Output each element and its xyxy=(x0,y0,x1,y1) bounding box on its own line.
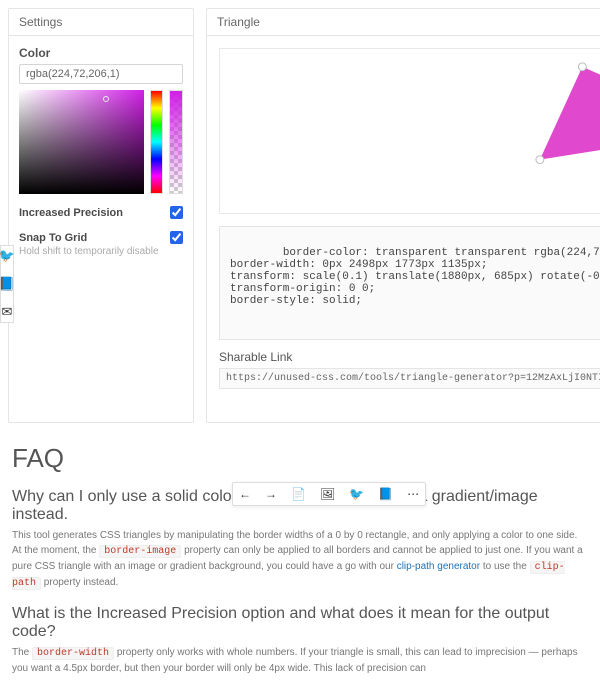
toolbar-prev-icon[interactable]: ← xyxy=(239,487,251,501)
code-border-image: border-image xyxy=(99,545,181,558)
toolbar-file-icon[interactable]: 📄 xyxy=(291,487,306,501)
twitter-icon[interactable]: 🐦 xyxy=(0,248,15,264)
snap-to-grid-label: Snap To Grid xyxy=(19,232,87,244)
vertex-handle-a[interactable] xyxy=(578,63,586,71)
saturation-square[interactable] xyxy=(19,90,144,194)
hue-slider[interactable] xyxy=(150,90,164,194)
mail-icon[interactable]: ✉ xyxy=(2,304,13,320)
settings-panel: Settings Color Increased Precision Snap … xyxy=(8,8,194,423)
triangle-shape[interactable] xyxy=(540,67,600,160)
triangle-panel: Triangle border-color: transparent trans… xyxy=(206,8,600,423)
css-output[interactable]: border-color: transparent transparent rg… xyxy=(219,226,600,340)
faq-heading: FAQ xyxy=(12,443,588,474)
snap-hint: Hold shift to temporarily disable xyxy=(19,246,183,257)
share-link-label: Sharable Link xyxy=(219,350,600,364)
toolbar-image-icon[interactable]: 🖼 xyxy=(320,487,335,501)
toolbar-next-icon[interactable]: → xyxy=(265,487,277,501)
picker-cursor[interactable] xyxy=(103,96,109,102)
clip-path-generator-link[interactable]: clip-path generator xyxy=(397,561,480,572)
triangle-canvas[interactable] xyxy=(219,48,600,214)
facebook-icon[interactable]: 📘 xyxy=(0,276,15,292)
vertex-handle-c[interactable] xyxy=(536,156,544,164)
color-label: Color xyxy=(19,46,183,60)
color-input[interactable] xyxy=(19,64,183,84)
floating-toolbar: ← → 📄 🖼 🐦 📘 ⋯ xyxy=(232,482,426,506)
snap-to-grid-checkbox[interactable] xyxy=(170,231,183,244)
toolbar-facebook-icon[interactable]: 📘 xyxy=(378,487,393,501)
faq-a1: This tool generates CSS triangles by man… xyxy=(12,528,588,591)
toolbar-twitter-icon[interactable]: 🐦 xyxy=(349,487,364,501)
faq-section: FAQ Why can I only use a solid color? I … xyxy=(8,443,592,676)
triangle-title: Triangle xyxy=(207,9,600,36)
settings-title: Settings xyxy=(9,9,193,36)
toolbar-more-icon[interactable]: ⋯ xyxy=(407,487,419,501)
increased-precision-label: Increased Precision xyxy=(19,207,123,219)
social-dock: 🐦 📘 ✉ xyxy=(0,245,14,323)
increased-precision-checkbox[interactable] xyxy=(170,206,183,219)
color-picker[interactable] xyxy=(19,90,183,194)
css-output-text: border-color: transparent transparent rg… xyxy=(230,247,600,307)
code-border-width: border-width xyxy=(32,647,114,660)
share-link-text: https://unused-css.com/tools/triangle-ge… xyxy=(226,373,600,384)
share-link-box[interactable]: https://unused-css.com/tools/triangle-ge… xyxy=(219,368,600,389)
faq-a2: The border-width property only works wit… xyxy=(12,645,588,676)
faq-q2: What is the Increased Precision option a… xyxy=(12,605,588,641)
alpha-slider[interactable] xyxy=(169,90,183,194)
